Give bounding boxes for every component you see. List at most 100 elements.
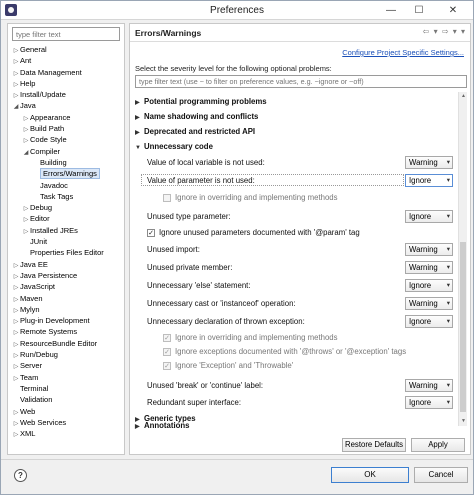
tree-item[interactable]: ▷ Maven (8, 293, 124, 304)
tree-item[interactable]: Task Tags (8, 191, 124, 202)
tree-item[interactable]: ▷ Mylyn (8, 304, 124, 315)
tree-item[interactable]: ▷ Ant (8, 55, 124, 66)
tree-item-label: Team (20, 372, 39, 382)
chevron-down-icon: ▾ (446, 382, 450, 389)
tree-item[interactable]: ▷ Server (8, 360, 124, 371)
tree-item-label: Validation (20, 395, 53, 405)
tree-expander-icon[interactable]: ▷ (12, 430, 20, 441)
scroll-down-icon[interactable]: ▼ (459, 417, 468, 426)
tree-item[interactable]: ▷ Plug-in Development (8, 315, 124, 326)
tree-item[interactable]: ▷ Appearance (8, 112, 124, 123)
configure-project-settings-link[interactable]: Configure Project Specific Settings... (342, 48, 464, 57)
tree-item[interactable]: ▷ Web Services (8, 417, 124, 428)
tree-item-label: Plug-in Development (20, 316, 90, 326)
tree-item[interactable]: Building (8, 157, 124, 168)
param-override-checkbox[interactable] (163, 194, 171, 202)
tree-item[interactable]: ▷ Editor (8, 213, 124, 224)
thrown-override-checkbox[interactable]: ✓ (163, 334, 171, 342)
section-annotations[interactable]: ▶ Annotations (135, 421, 189, 430)
tree-filter-input[interactable] (12, 27, 120, 41)
tree-item[interactable]: ▷ XML (8, 428, 124, 439)
thrown-override-label: Ignore in overriding and implementing me… (175, 333, 338, 342)
problems-filter-input[interactable] (135, 75, 467, 88)
minimize-button[interactable]: — (377, 1, 405, 20)
apply-button[interactable]: Apply (411, 438, 465, 452)
section-potential-problems[interactable]: ▶ Potential programming problems (135, 97, 267, 106)
tree-item[interactable]: Errors/Warnings (8, 168, 124, 180)
thrown-exception-ignore-label: Ignore 'Exception' and 'Throwable' (175, 361, 294, 370)
maximize-button[interactable]: ☐ (405, 1, 433, 20)
ignore-param-doc-checkbox[interactable]: ✓ (147, 229, 155, 237)
param-override-label: Ignore in overriding and implementing me… (175, 193, 338, 202)
tree-item[interactable]: ▷ JavaScript (8, 281, 124, 292)
vertical-scrollbar[interactable]: ▲ ▼ (458, 92, 467, 426)
unused-break-select[interactable]: Warning ▾ (405, 379, 453, 392)
tree-item-label: Mylyn (20, 304, 40, 314)
unnecessary-cast-select[interactable]: Warning ▾ (405, 297, 453, 310)
restore-defaults-button[interactable]: Restore Defaults (342, 438, 406, 452)
select-value: Ignore (409, 317, 432, 326)
scroll-up-icon[interactable]: ▲ (459, 92, 468, 101)
tree-item[interactable]: JUnit (8, 236, 124, 247)
unused-private-select[interactable]: Warning ▾ (405, 261, 453, 274)
errors-warnings-page: Errors/Warnings ⇦ ▾ ⇨ ▾ ▾ Configure Proj… (129, 23, 471, 455)
thrown-exception-select[interactable]: Ignore ▾ (405, 315, 453, 328)
expand-arrow-icon: ▶ (135, 100, 140, 106)
tree-item[interactable]: ▷ Installed JREs (8, 225, 124, 236)
ok-button[interactable]: OK (331, 467, 409, 483)
tree-item[interactable]: Javadoc (8, 180, 124, 191)
tree-item-label: Install/Update (20, 90, 66, 100)
redundant-super-label: Redundant super interface: (147, 398, 242, 407)
tree-item[interactable]: Terminal (8, 383, 124, 394)
parameter-unused-select[interactable]: Ignore ▾ (405, 174, 453, 187)
close-button[interactable]: ✕ (433, 1, 473, 20)
tree-item[interactable]: ▷ ResourceBundle Editor (8, 338, 124, 349)
tree-item[interactable]: ▷ Web (8, 406, 124, 417)
history-nav-icons[interactable]: ⇦ ▾ ⇨ ▾ ▾ (423, 27, 466, 36)
tree-item[interactable]: ▷ Debug (8, 202, 124, 213)
tree-item[interactable]: ◢ Compiler (8, 146, 124, 157)
section-unnecessary-code[interactable]: ▼ Unnecessary code (135, 142, 213, 151)
section-name-shadowing[interactable]: ▶ Name shadowing and conflicts (135, 112, 258, 121)
thrown-doc-checkbox[interactable]: ✓ (163, 348, 171, 356)
section-label: Annotations (144, 421, 190, 430)
unnecessary-else-select[interactable]: Ignore ▾ (405, 279, 453, 292)
unused-import-select[interactable]: Warning ▾ (405, 243, 453, 256)
scrollbar-thumb[interactable] (460, 242, 466, 412)
tree-item-label: XML (20, 429, 36, 439)
chevron-down-icon: ▾ (446, 159, 450, 166)
thrown-exception-label: Unnecessary declaration of thrown except… (147, 317, 305, 326)
tree-item[interactable]: ▷ Install/Update (8, 89, 124, 100)
redundant-super-select[interactable]: Ignore ▾ (405, 396, 453, 409)
tree-item[interactable]: ▷ General (8, 44, 124, 55)
tree-item[interactable]: ▷ Java EE (8, 259, 124, 270)
section-label: Name shadowing and conflicts (144, 112, 259, 121)
tree-item[interactable]: ▷ Data Management (8, 67, 124, 78)
tree-item[interactable]: ◢ Java (8, 100, 124, 111)
chevron-down-icon: ▾ (446, 282, 450, 289)
chevron-down-icon: ▾ (446, 177, 450, 184)
tree-item[interactable]: ▷ Team (8, 372, 124, 383)
page-description: Select the severity level for the follow… (135, 64, 332, 73)
local-variable-select[interactable]: Warning ▾ (405, 156, 453, 169)
cancel-button[interactable]: Cancel (414, 467, 468, 483)
title-bar[interactable]: Preferences — ☐ ✕ (1, 1, 473, 20)
select-value: Ignore (409, 281, 432, 290)
help-icon[interactable]: ? (14, 469, 27, 482)
select-value: Warning (409, 299, 438, 308)
tree-item[interactable]: ▷ Run/Debug (8, 349, 124, 360)
tree-item[interactable]: ▷ Remote Systems (8, 326, 124, 337)
section-deprecated-api[interactable]: ▶ Deprecated and restricted API (135, 127, 255, 136)
tree-item[interactable]: Properties Files Editor (8, 247, 124, 258)
thrown-exception-checkbox[interactable]: ✓ (163, 362, 171, 370)
tree-item[interactable]: Validation (8, 394, 124, 405)
tree-item-label: Debug (30, 203, 53, 213)
unused-type-param-select[interactable]: Ignore ▾ (405, 210, 453, 223)
tree-item[interactable]: ▷ Help (8, 78, 124, 89)
tree-item[interactable]: ▷ Build Path (8, 123, 124, 134)
expand-arrow-icon: ▶ (135, 115, 140, 121)
tree-item-label: JavaScript (20, 282, 56, 292)
preference-tree: ▷ General ▷ Ant ▷ Data Management ▷ Help ▷ Instal… (8, 44, 124, 439)
tree-item[interactable]: ▷ Code Style (8, 134, 124, 145)
tree-item[interactable]: ▷ Java Persistence (8, 270, 124, 281)
